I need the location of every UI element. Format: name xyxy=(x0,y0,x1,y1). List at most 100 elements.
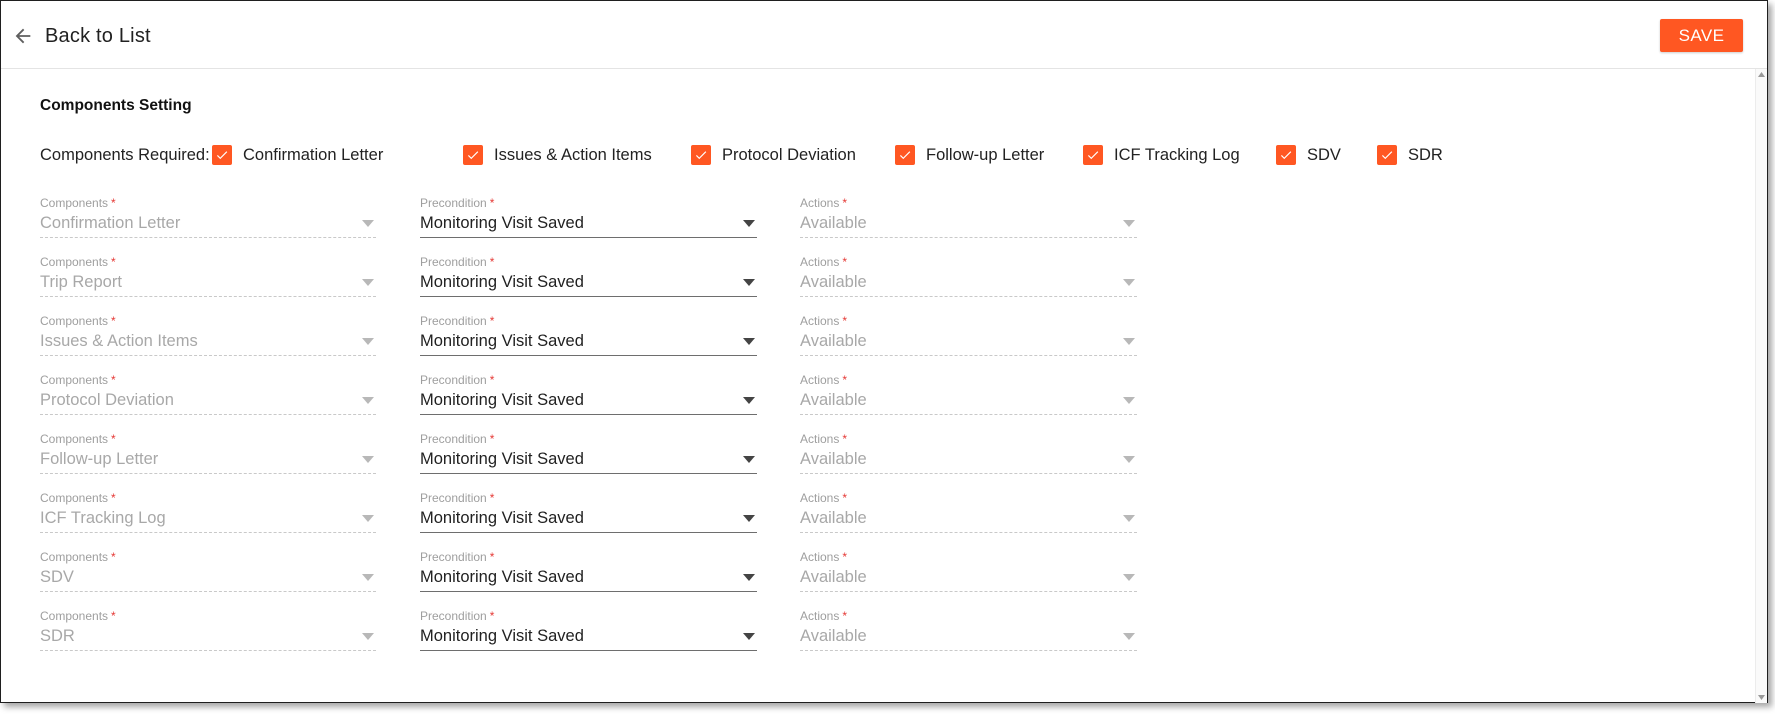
components-label-text: Components xyxy=(40,550,109,564)
required-marker: * xyxy=(842,373,848,387)
precondition-field-label: Precondition * xyxy=(420,373,757,387)
actions-label-text: Actions xyxy=(800,314,840,328)
precondition-select[interactable]: Precondition * Monitoring Visit Saved xyxy=(420,432,757,478)
precondition-field-label: Precondition * xyxy=(420,550,757,564)
checkbox-icf-tracking-log[interactable]: ICF Tracking Log xyxy=(1083,143,1240,167)
checkbox-protocol-deviation[interactable]: Protocol Deviation xyxy=(691,143,856,167)
chevron-down-icon[interactable] xyxy=(743,279,755,286)
checkmark-icon[interactable] xyxy=(212,145,232,165)
components-select: Components * Follow-up Letter xyxy=(40,432,376,478)
precondition-label-text: Precondition xyxy=(420,432,487,446)
save-button[interactable]: SAVE xyxy=(1660,19,1743,52)
precondition-value[interactable]: Monitoring Visit Saved xyxy=(420,212,757,238)
components-value-text: Confirmation Letter xyxy=(40,214,181,232)
component-row: Components * SDR Precondition * Monitoring… xyxy=(1,609,1767,655)
chevron-down-icon xyxy=(1123,456,1135,463)
chevron-down-icon[interactable] xyxy=(743,456,755,463)
components-value-text: Follow-up Letter xyxy=(40,450,159,468)
chevron-down-icon xyxy=(362,220,374,227)
components-select: Components * ICF Tracking Log xyxy=(40,491,376,537)
components-value: Trip Report xyxy=(40,271,376,297)
required-marker: * xyxy=(111,373,116,387)
required-marker: * xyxy=(842,255,848,269)
back-to-list-link[interactable]: Back to List xyxy=(12,23,151,49)
checkmark-icon[interactable] xyxy=(1377,145,1397,165)
component-row: Components * Trip Report Precondition * Mo… xyxy=(1,255,1767,301)
checkmark-icon[interactable] xyxy=(1083,145,1103,165)
required-marker: * xyxy=(842,196,848,210)
actions-value-text: Available xyxy=(800,568,867,586)
precondition-label-text: Precondition xyxy=(420,196,487,210)
chevron-down-icon[interactable] xyxy=(743,574,755,581)
actions-field-label: Actions * xyxy=(800,314,1137,328)
checkbox-label: SDR xyxy=(1408,145,1443,164)
precondition-value[interactable]: Monitoring Visit Saved xyxy=(420,330,757,356)
precondition-value[interactable]: Monitoring Visit Saved xyxy=(420,448,757,474)
precondition-select[interactable]: Precondition * Monitoring Visit Saved xyxy=(420,550,757,596)
component-row: Components * Follow-up Letter Preconditio… xyxy=(1,432,1767,478)
precondition-field-label: Precondition * xyxy=(420,432,757,446)
components-value: ICF Tracking Log xyxy=(40,507,376,533)
precondition-value[interactable]: Monitoring Visit Saved xyxy=(420,389,757,415)
chevron-down-icon[interactable] xyxy=(743,515,755,522)
chevron-down-icon[interactable] xyxy=(743,220,755,227)
chevron-down-icon[interactable] xyxy=(743,633,755,640)
arrow-left-icon xyxy=(15,28,31,44)
scroll-up-icon[interactable] xyxy=(1756,69,1767,80)
actions-value-text: Available xyxy=(800,627,867,645)
checkmark-icon[interactable] xyxy=(463,145,483,165)
actions-value: Available xyxy=(800,212,1137,238)
checkmark-icon[interactable] xyxy=(1276,145,1296,165)
required-marker: * xyxy=(842,491,848,505)
actions-label-text: Actions xyxy=(800,196,840,210)
settings-window: Back to List SAVE Components Setting Com… xyxy=(0,0,1768,703)
precondition-select[interactable]: Precondition * Monitoring Visit Saved xyxy=(420,373,757,419)
precondition-value-text: Monitoring Visit Saved xyxy=(420,450,584,468)
precondition-value[interactable]: Monitoring Visit Saved xyxy=(420,507,757,533)
checkmark-icon[interactable] xyxy=(895,145,915,165)
checkbox-label: Follow-up Letter xyxy=(926,145,1045,164)
components-value-text: Issues & Action Items xyxy=(40,332,198,350)
precondition-select[interactable]: Precondition * Monitoring Visit Saved xyxy=(420,255,757,301)
actions-label-text: Actions xyxy=(800,609,840,623)
checkbox-sdr[interactable]: SDR xyxy=(1377,143,1443,167)
components-field-label: Components * xyxy=(40,196,376,210)
chevron-down-icon xyxy=(362,397,374,404)
components-value: Protocol Deviation xyxy=(40,389,376,415)
chevron-down-icon[interactable] xyxy=(743,338,755,345)
precondition-select[interactable]: Precondition * Monitoring Visit Saved xyxy=(420,609,757,655)
checkbox-follow-up-letter[interactable]: Follow-up Letter xyxy=(895,143,1044,167)
precondition-value[interactable]: Monitoring Visit Saved xyxy=(420,271,757,297)
precondition-select[interactable]: Precondition * Monitoring Visit Saved xyxy=(420,196,757,242)
actions-value: Available xyxy=(800,271,1137,297)
components-value-text: Trip Report xyxy=(40,273,122,291)
components-field-label: Components * xyxy=(40,609,376,623)
precondition-select[interactable]: Precondition * Monitoring Visit Saved xyxy=(420,491,757,537)
checkbox-confirmation-letter[interactable]: Confirmation Letter xyxy=(212,143,383,167)
components-field-label: Components * xyxy=(40,491,376,505)
precondition-value[interactable]: Monitoring Visit Saved xyxy=(420,566,757,592)
precondition-value-text: Monitoring Visit Saved xyxy=(420,391,584,409)
chevron-down-icon xyxy=(1123,574,1135,581)
checkmark-icon[interactable] xyxy=(691,145,711,165)
required-marker: * xyxy=(842,550,848,564)
actions-value: Available xyxy=(800,566,1137,592)
precondition-value[interactable]: Monitoring Visit Saved xyxy=(420,625,757,651)
page-header: Back to List SAVE xyxy=(1,1,1767,69)
chevron-down-icon[interactable] xyxy=(743,397,755,404)
checkbox-sdv[interactable]: SDV xyxy=(1276,143,1341,167)
required-marker: * xyxy=(489,550,495,564)
components-required-group: Components Required: Confirmation Letter… xyxy=(40,143,1540,167)
precondition-label-text: Precondition xyxy=(420,314,487,328)
components-value: SDR xyxy=(40,625,376,651)
actions-field-label: Actions * xyxy=(800,432,1137,446)
components-required-label: Components Required: xyxy=(40,146,210,164)
chevron-down-icon xyxy=(362,338,374,345)
required-marker: * xyxy=(111,609,116,623)
scroll-down-icon[interactable] xyxy=(1756,692,1767,703)
components-value-text: SDV xyxy=(40,568,74,586)
precondition-select[interactable]: Precondition * Monitoring Visit Saved xyxy=(420,314,757,360)
checkbox-issues-action-items[interactable]: Issues & Action Items xyxy=(463,143,652,167)
actions-field-label: Actions * xyxy=(800,491,1137,505)
checkbox-label: Confirmation Letter xyxy=(243,145,384,164)
